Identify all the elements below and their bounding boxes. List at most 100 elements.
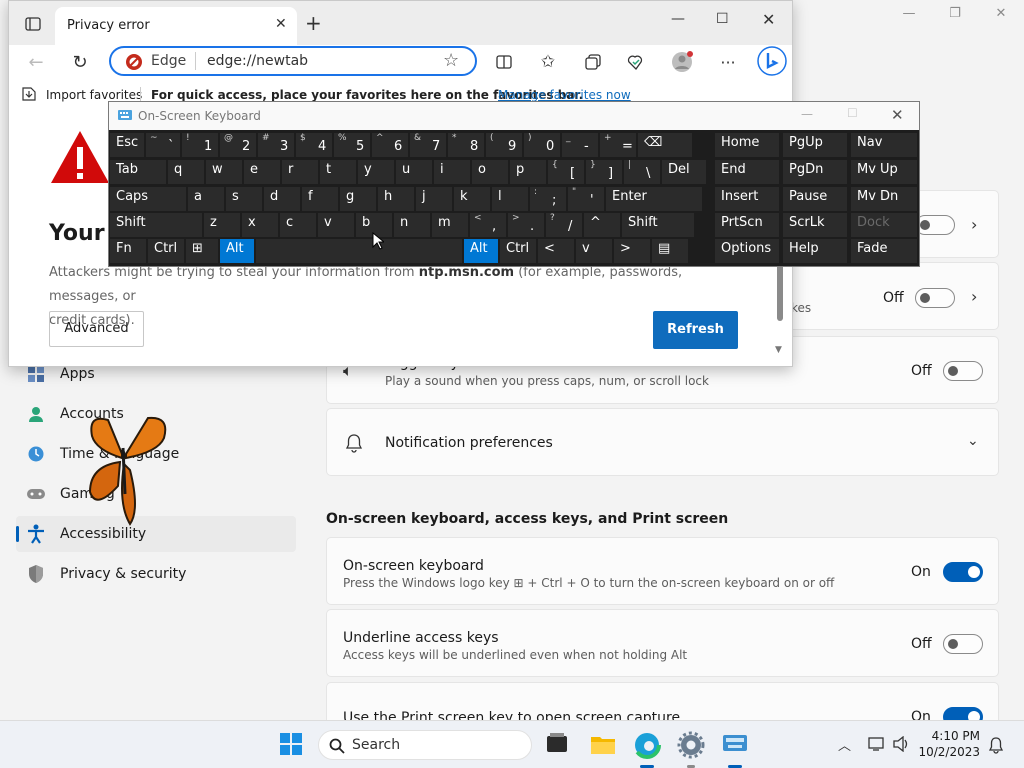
osk-nav-key[interactable]: Dock xyxy=(851,213,917,237)
osk-key[interactable]: h xyxy=(378,187,414,211)
close-window-icon[interactable]: ✕ xyxy=(762,10,775,29)
osk-key[interactable]: s xyxy=(226,187,262,211)
collections-icon[interactable] xyxy=(582,51,604,73)
osk-key[interactable]: x xyxy=(242,213,278,237)
file-explorer-icon[interactable] xyxy=(590,731,618,759)
osk-key[interactable]: Alt xyxy=(464,239,498,263)
osk-key[interactable]: <, xyxy=(470,213,506,237)
settings-taskbar-icon[interactable] xyxy=(677,731,705,759)
osk-key[interactable]: ^ 6 xyxy=(372,133,408,157)
underline-card[interactable]: Underline access keys Access keys will b… xyxy=(326,609,999,677)
close-button[interactable]: ✕ xyxy=(986,6,1016,26)
osk-key[interactable]: + = xyxy=(600,133,636,157)
osk-key[interactable]: n xyxy=(394,213,430,237)
close-tab-icon[interactable]: ✕ xyxy=(275,16,287,32)
osk-key[interactable]: j xyxy=(416,187,452,211)
osk-key[interactable]: #3 xyxy=(258,133,294,157)
osk-key[interactable]: Alt xyxy=(220,239,254,263)
clock-time[interactable]: 4:10 PM xyxy=(924,729,980,743)
osk-key[interactable]: d xyxy=(264,187,300,211)
minimize-button[interactable]: — xyxy=(894,6,924,26)
refresh-button[interactable]: Refresh xyxy=(653,311,738,349)
manage-favorites-link[interactable]: Manage favorites now xyxy=(498,88,631,102)
osk-nav-key[interactable]: Fade xyxy=(851,239,917,263)
osk-key[interactable]: y xyxy=(358,160,394,184)
osk-key[interactable]: u xyxy=(396,160,432,184)
osk-key[interactable]: ^ xyxy=(584,213,620,237)
osk-setting-toggle[interactable] xyxy=(943,562,983,582)
osk-nav-key[interactable]: Mv Dn xyxy=(851,187,917,211)
import-favorites-link[interactable]: Import favorites xyxy=(46,88,142,102)
osk-key[interactable]: >. xyxy=(508,213,544,237)
osk-key[interactable]: q xyxy=(168,160,204,184)
osk-maximize-icon[interactable]: ☐ xyxy=(847,106,858,120)
osk-key[interactable]: (9 xyxy=(486,133,522,157)
osk-key[interactable]: i xyxy=(434,160,470,184)
favorite-star-icon[interactable]: ☆ xyxy=(443,50,459,71)
card2-toggle[interactable] xyxy=(915,288,955,308)
toggle-keys-toggle[interactable] xyxy=(943,361,983,381)
osk-nav-key[interactable]: PgDn xyxy=(783,160,847,184)
osk-key[interactable]: }] xyxy=(586,160,622,184)
osk-key[interactable]: Ctrl xyxy=(148,239,184,263)
osk-taskbar-icon[interactable] xyxy=(721,731,749,759)
osk-nav-key[interactable]: Help xyxy=(783,239,847,263)
underline-toggle[interactable] xyxy=(943,634,983,654)
task-view-icon[interactable] xyxy=(544,731,572,759)
address-bar[interactable]: Edge edge://newtab ☆ xyxy=(109,46,477,76)
volume-icon[interactable] xyxy=(892,736,910,752)
osk-nav-key[interactable]: Mv Up xyxy=(851,160,917,184)
osk-key[interactable]: * 8 xyxy=(448,133,484,157)
osk-key[interactable]: ? / xyxy=(546,213,582,237)
refresh-icon[interactable]: ↻ xyxy=(69,51,91,73)
network-icon[interactable] xyxy=(868,736,886,752)
clock-date[interactable]: 10/2/2023 xyxy=(918,745,980,759)
osk-key[interactable]: Caps xyxy=(110,187,186,211)
tab-privacy-error[interactable]: Privacy error ✕ xyxy=(55,7,297,45)
osk-key[interactable]: g xyxy=(340,187,376,211)
notification-bell-icon[interactable] xyxy=(988,736,1004,754)
osk-nav-key[interactable]: PrtScn xyxy=(715,213,779,237)
osk-key[interactable]: > xyxy=(614,239,650,263)
chevron-up-icon[interactable]: ︿ xyxy=(838,735,851,754)
nav-privacy[interactable]: Privacy & security xyxy=(16,556,296,592)
osk-nav-key[interactable]: Pause xyxy=(783,187,847,211)
osk-key[interactable]: ~ ` xyxy=(146,133,180,157)
card1-toggle[interactable] xyxy=(915,215,955,235)
osk-key[interactable]: {[ xyxy=(548,160,584,184)
osk-key[interactable]: t xyxy=(320,160,356,184)
osk-key[interactable]: Shift xyxy=(622,213,694,237)
osk-key[interactable]: z xyxy=(204,213,240,237)
restore-button[interactable]: ❐ xyxy=(940,6,970,26)
start-icon[interactable] xyxy=(278,731,306,759)
address-url[interactable]: edge://newtab xyxy=(207,53,308,69)
more-icon[interactable]: ··· xyxy=(717,51,739,73)
osk-key[interactable]: p xyxy=(510,160,546,184)
osk-key[interactable]: Enter xyxy=(606,187,702,211)
split-screen-icon[interactable] xyxy=(493,51,515,73)
osk-nav-key[interactable]: ScrLk xyxy=(783,213,847,237)
osk-key[interactable]: ⊞ xyxy=(186,239,218,263)
osk-nav-key[interactable]: Nav xyxy=(851,133,917,157)
notification-prefs-card[interactable]: Notification preferences ⌄ xyxy=(326,408,999,476)
osk-key[interactable]: a xyxy=(188,187,224,211)
osk-key[interactable]: f xyxy=(302,187,338,211)
osk-nav-key[interactable]: End xyxy=(715,160,779,184)
osk-key[interactable]: o xyxy=(472,160,508,184)
osk-minimize-icon[interactable]: — xyxy=(801,107,813,121)
advanced-button[interactable]: Advanced xyxy=(49,311,144,347)
osk-close-icon[interactable]: ✕ xyxy=(891,106,904,124)
osk-key[interactable]: :; xyxy=(530,187,566,211)
osk-key[interactable]: % 5 xyxy=(334,133,370,157)
osk-key[interactable]: ) 0 xyxy=(524,133,560,157)
favorites-icon[interactable]: ✩ xyxy=(537,51,559,73)
osk-nav-key[interactable]: Insert xyxy=(715,187,779,211)
osk-nav-key[interactable]: PgUp xyxy=(783,133,847,157)
osk-nav-key[interactable]: Options xyxy=(715,239,779,263)
osk-key[interactable]: @2 xyxy=(220,133,256,157)
osk-key[interactable]: k xyxy=(454,187,490,211)
osk-key[interactable]: ! 1 xyxy=(182,133,218,157)
profile-avatar[interactable] xyxy=(671,51,693,73)
osk-key[interactable]: c xyxy=(280,213,316,237)
osk-key[interactable]: Del xyxy=(662,160,706,184)
